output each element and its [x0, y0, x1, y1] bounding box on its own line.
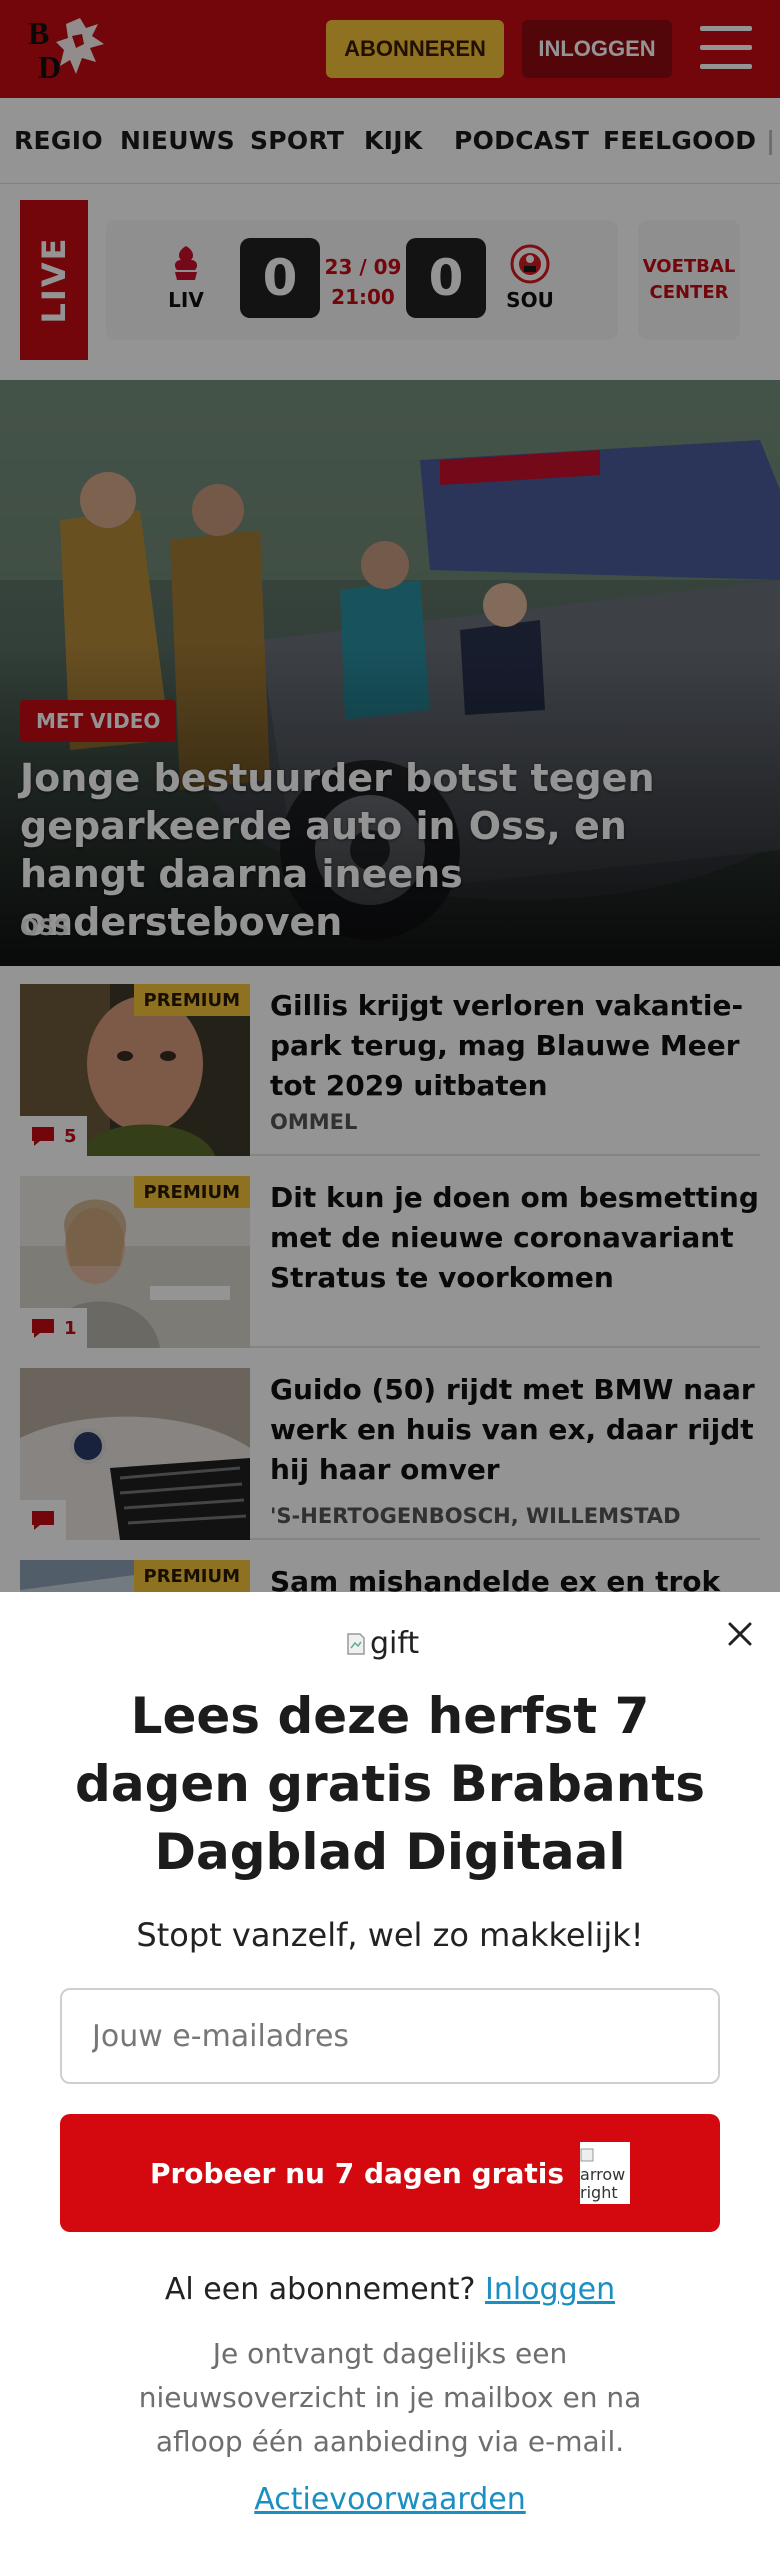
modal-backdrop[interactable] — [0, 0, 780, 1592]
terms-container: Actievoorwaarden — [40, 2482, 740, 2517]
gift-alt-text: gift — [370, 1626, 420, 1661]
trial-cta-label: Probeer nu 7 dagen gratis — [149, 2156, 565, 2190]
gift-image: gift — [346, 1626, 419, 1661]
close-icon[interactable] — [722, 1616, 758, 1652]
popup-title: Lees deze herfst 7 dagen gratis Brabants… — [75, 1687, 705, 1881]
trial-popup: gift Lees deze herfst 7 dagen gratis Bra… — [0, 1592, 780, 2560]
trial-cta-button[interactable]: Probeer nu 7 dagen gratis arrow right — [60, 2114, 720, 2232]
existing-subscription-text: Al een abonnement? — [164, 2272, 476, 2307]
popup-login-link[interactable]: Inloggen — [485, 2272, 615, 2307]
terms-link[interactable]: Actievoorwaarden — [254, 2482, 525, 2517]
arrow-alt-text: arrow right — [580, 2165, 626, 2202]
existing-subscription: Al een abonnement? Inloggen — [40, 2272, 740, 2307]
arrow-right-icon: arrow right — [580, 2142, 631, 2204]
email-input[interactable] — [60, 1988, 720, 2084]
newsletter-info: Je ontvangt dagelijks een nieuwsoverzich… — [138, 2337, 642, 2458]
popup-subtitle: Stopt vanzelf, wel zo makkelijk! — [136, 1916, 644, 1954]
broken-image-icon — [347, 1632, 365, 1655]
